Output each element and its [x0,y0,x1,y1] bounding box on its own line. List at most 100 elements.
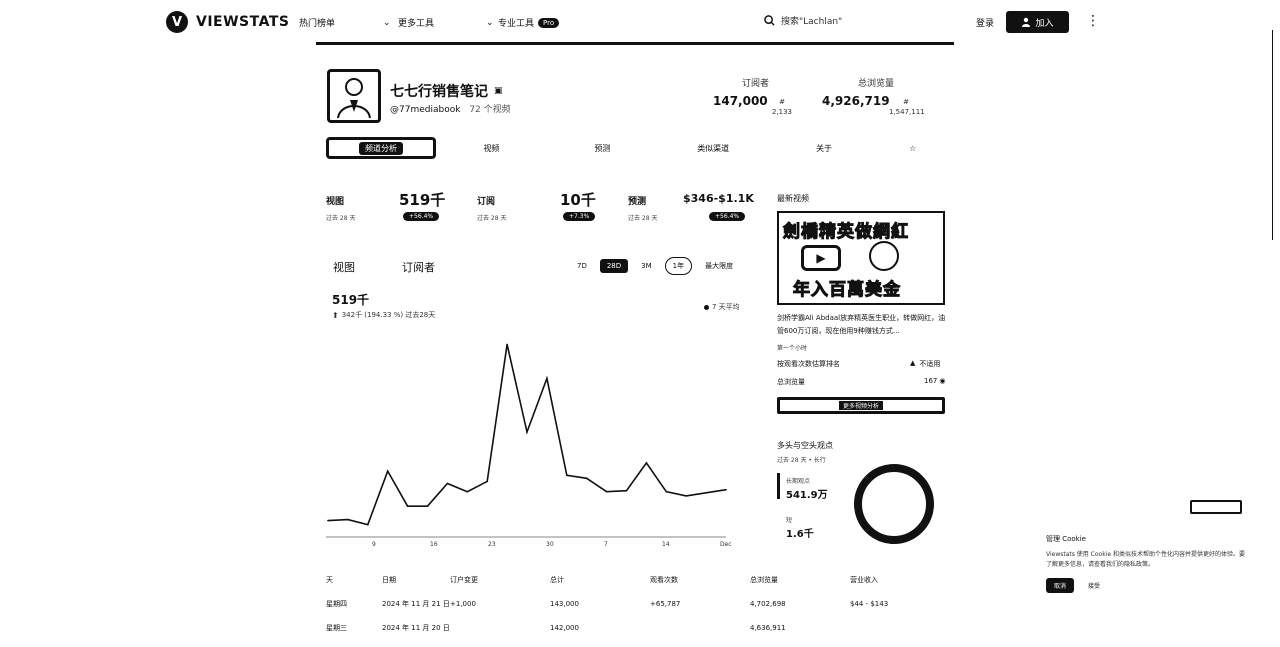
eye-icon: ◉ [939,377,946,385]
col-revenue: 营业收入 [850,576,878,584]
logo-text: VIEWSTATS [196,14,290,30]
chevron-down-icon: ⌄ [486,17,494,28]
data-point[interactable] [546,377,548,380]
views-label: 总浏览量 [858,79,895,89]
long-bar [777,473,780,499]
latest-video-desc[interactable]: 剑桥学霸Ali Abdaal放弃精英医生职业，转做网红，油管600万订阅，现在他… [777,312,947,338]
nav-hot-lists[interactable]: 热门榜单 ⌄ [299,16,391,30]
data-point[interactable] [566,474,568,477]
data-point[interactable] [446,482,449,485]
latest-views-value: 167 [924,377,938,385]
short-label: 短 [786,517,793,524]
join-button[interactable]: 加入 [1006,11,1069,33]
top-nav: V VIEWSTATS 热门榜单 ⌄ 更多工具 ⌄ 专业工具 Pro 搜索"La… [0,0,1280,44]
data-point[interactable] [685,495,687,497]
x-tick-label: 14 [662,541,670,547]
long-short-title: 多头与空头观点 [777,441,833,450]
up-arrow-icon: ⬆ [332,310,339,320]
channel-tabs: 频道分析 视频 预测 类似渠道 关于 ☆ [326,136,946,160]
kpi-views-value: 519千 [399,191,446,209]
range-3m[interactable]: 3M [634,259,659,273]
long-value: 541.9万 [786,490,828,501]
data-point[interactable] [406,505,409,507]
logo[interactable]: V VIEWSTATS [166,11,289,33]
data-point[interactable] [705,491,707,494]
data-point[interactable] [466,490,469,493]
long-short-sub: 过去 28 天 • 长行 [777,457,826,464]
nav-more-tools[interactable]: 更多工具 ⌄ [398,16,494,30]
data-point[interactable] [725,488,727,491]
login-link[interactable]: 登录 [976,16,994,29]
cell: +65,787 [650,600,681,608]
latest-video-thumbnail[interactable]: 劍橋精英做網紅 ▶ 年入百萬美金 [777,211,945,305]
x-tick-label: 16 [430,541,438,547]
cookie-text: Viewstats 使用 Cookie 和类似技术帮助个性化内容并提供更好的体验… [1046,551,1245,568]
data-point[interactable] [327,519,329,522]
col-total: 总计 [550,576,564,584]
tab-similar-channels[interactable]: 类似渠道 [658,143,769,154]
cookie-banner: 管理 Cookie Viewstats 使用 Cookie 和类似技术帮助个性化… [1046,534,1246,593]
data-point[interactable] [665,490,668,493]
thumb-bottom-text: 年入百萬美金 [793,280,901,301]
col-views: 观看次数 [650,576,678,584]
search-icon [764,15,775,26]
tab-channel-analysis[interactable]: 频道分析 [326,137,436,159]
latest-video-title: 最新视频 [777,194,809,203]
views-series-line [327,344,727,526]
cell: 星期四 [326,600,347,608]
cell: 2024 年 11 月 20 日 [382,624,450,632]
data-point[interactable] [386,470,389,472]
data-point[interactable] [347,518,349,521]
cookie-accept-button[interactable]: 取消 [1046,578,1075,593]
tab-about[interactable]: 关于 [769,143,880,154]
data-point[interactable] [426,505,429,507]
verified-icon: ▣ [494,86,503,96]
nav-pro-tools[interactable]: 专业工具 Pro [498,16,560,29]
cell: 4,636,911 [750,624,786,632]
data-point[interactable] [645,462,648,464]
search-input[interactable]: 搜索"Lachlan" [781,14,842,27]
chart-tab-views[interactable]: 视图 [333,259,355,275]
search-bar[interactable]: 搜索"Lachlan" [764,14,842,27]
long-short-donut [854,464,934,544]
col-date: 日期 [382,576,396,584]
subs-value: 147,000 [713,94,768,108]
range-1y[interactable]: 1年 [664,257,693,275]
scrollbar[interactable] [1272,30,1278,240]
more-video-analysis-button[interactable]: 更多视频分析 [777,397,945,414]
nav-tools-label: 更多工具 [398,19,435,29]
chart-tab-subscribers[interactable]: 订阅者 [402,259,435,275]
feedback-button[interactable] [1190,500,1242,514]
data-point[interactable] [625,489,628,492]
rank-label: 按观看次数估算排名 [777,360,840,368]
join-label: 加入 [1035,18,1054,29]
latest-views-row: 167 ◉ [924,377,945,385]
data-point[interactable] [605,490,608,493]
tab-videos[interactable]: 视频 [436,143,547,154]
kpi-views-label: 视图 [326,197,345,207]
kpi-rev-value: $346-$1.1K [683,192,754,205]
data-point[interactable] [367,523,369,526]
range-max[interactable]: 最大限度 [698,258,740,274]
data-point[interactable] [585,477,588,480]
col-total-views: 总浏览量 [750,576,778,584]
pro-badge: Pro [538,17,560,28]
cell: 142,000 [550,624,579,632]
data-point[interactable] [506,343,508,346]
star-icon[interactable]: ☆ [880,144,947,153]
short-value: 1.6千 [786,529,814,540]
avatar-illustration [337,78,371,119]
col-day: 天 [326,576,333,584]
views-value: 4,926,719 [822,94,890,108]
data-point[interactable] [486,480,488,483]
table-row: 星期三 2024 年 11 月 20 日 142,000 4,636,911 [326,623,916,647]
daily-stats-table: 天 日期 订户变更 总计 观看次数 总浏览量 营业收入 星期四 2024 年 1… [326,575,916,647]
data-point[interactable] [526,431,528,433]
cell: 143,000 [550,600,579,608]
chevron-down-icon: ⌄ [383,17,391,28]
range-28d[interactable]: 28D [599,259,629,273]
cookie-decline-button[interactable]: 接受 [1088,581,1100,590]
range-7d[interactable]: 7D [570,259,594,273]
more-menu-icon[interactable]: ⋮ [1086,13,1100,29]
tab-forecast[interactable]: 预测 [547,143,658,154]
